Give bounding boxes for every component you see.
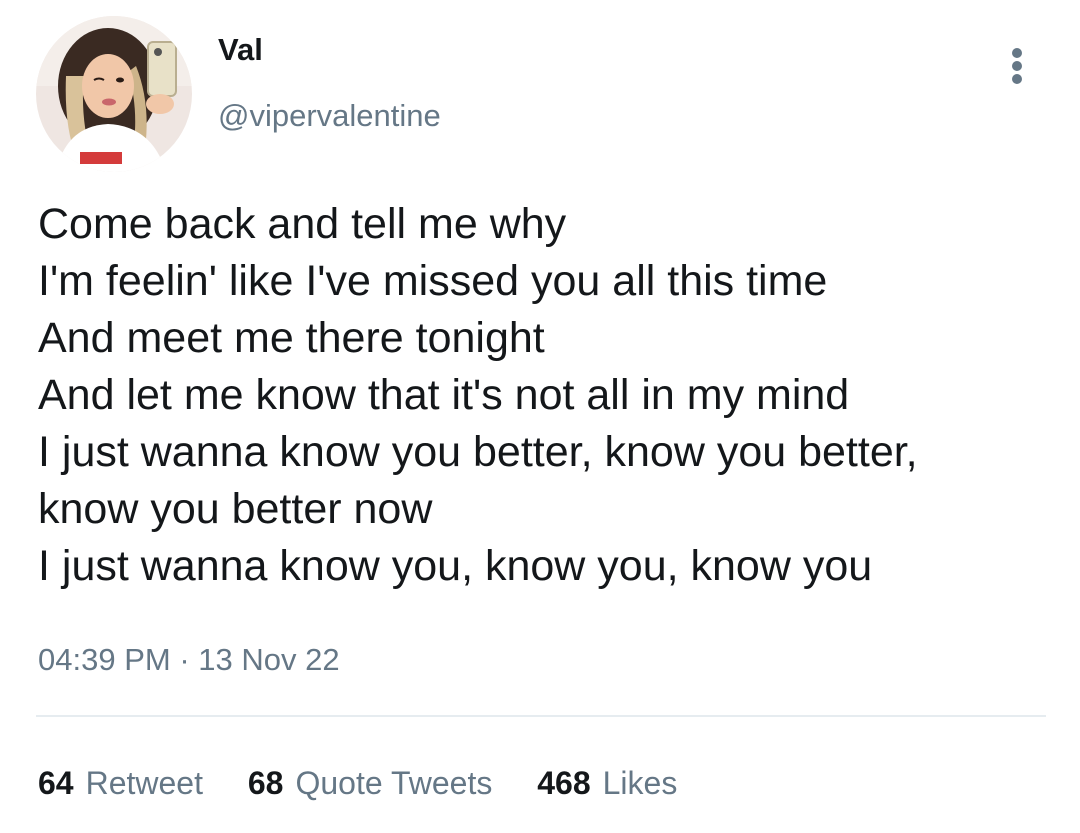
retweet-count: 64 bbox=[38, 765, 74, 801]
tweet-line: Come back and tell me why bbox=[38, 200, 567, 248]
tweet-line: And meet me there tonight bbox=[38, 314, 545, 362]
tweet-line: And let me know that it's not all in my … bbox=[38, 371, 850, 419]
tweet-line: I just wanna know you better, know you b… bbox=[38, 428, 918, 476]
profile-photo-icon bbox=[36, 16, 192, 172]
tweet-line: I just wanna know you, know you, know yo… bbox=[38, 542, 873, 590]
avatar[interactable] bbox=[36, 16, 192, 172]
tweet-line: I'm feelin' like I've missed you all thi… bbox=[38, 257, 828, 305]
tweet-card: Val @vipervalentine Come back and tell m… bbox=[0, 0, 1080, 833]
divider bbox=[36, 715, 1046, 717]
quote-count: 68 bbox=[247, 765, 284, 801]
quote-tweets-stat[interactable]: 68 Quote Tweets bbox=[248, 762, 492, 804]
display-name[interactable]: Val bbox=[218, 30, 263, 70]
more-vertical-icon-dot bbox=[1012, 61, 1022, 71]
more-vertical-icon bbox=[1012, 48, 1022, 58]
user-handle[interactable]: @vipervalentine bbox=[218, 96, 441, 136]
more-vertical-icon-dot bbox=[1012, 74, 1022, 84]
retweets-stat[interactable]: 64 Retweet bbox=[38, 762, 203, 804]
tweet-text: Come back and tell me why I'm feelin' li… bbox=[38, 196, 1048, 595]
likes-count: 468 bbox=[537, 765, 591, 801]
timestamp-separator: · bbox=[179, 642, 190, 677]
timestamp[interactable]: 04:39 PM · 13 Nov 22 bbox=[38, 640, 340, 680]
tweet-date: 13 Nov 22 bbox=[198, 642, 340, 677]
tweet-line: know you better now bbox=[38, 485, 433, 533]
tweet-time: 04:39 PM bbox=[38, 642, 171, 677]
likes-stat[interactable]: 468 Likes bbox=[537, 762, 677, 804]
more-options-button[interactable] bbox=[1000, 44, 1036, 88]
engagement-stats: 64 Retweet 68 Quote Tweets 468 Likes bbox=[38, 762, 713, 804]
likes-label: Likes bbox=[602, 765, 678, 801]
retweet-label: Retweet bbox=[85, 765, 203, 801]
quote-label: Quote Tweets bbox=[295, 765, 493, 801]
